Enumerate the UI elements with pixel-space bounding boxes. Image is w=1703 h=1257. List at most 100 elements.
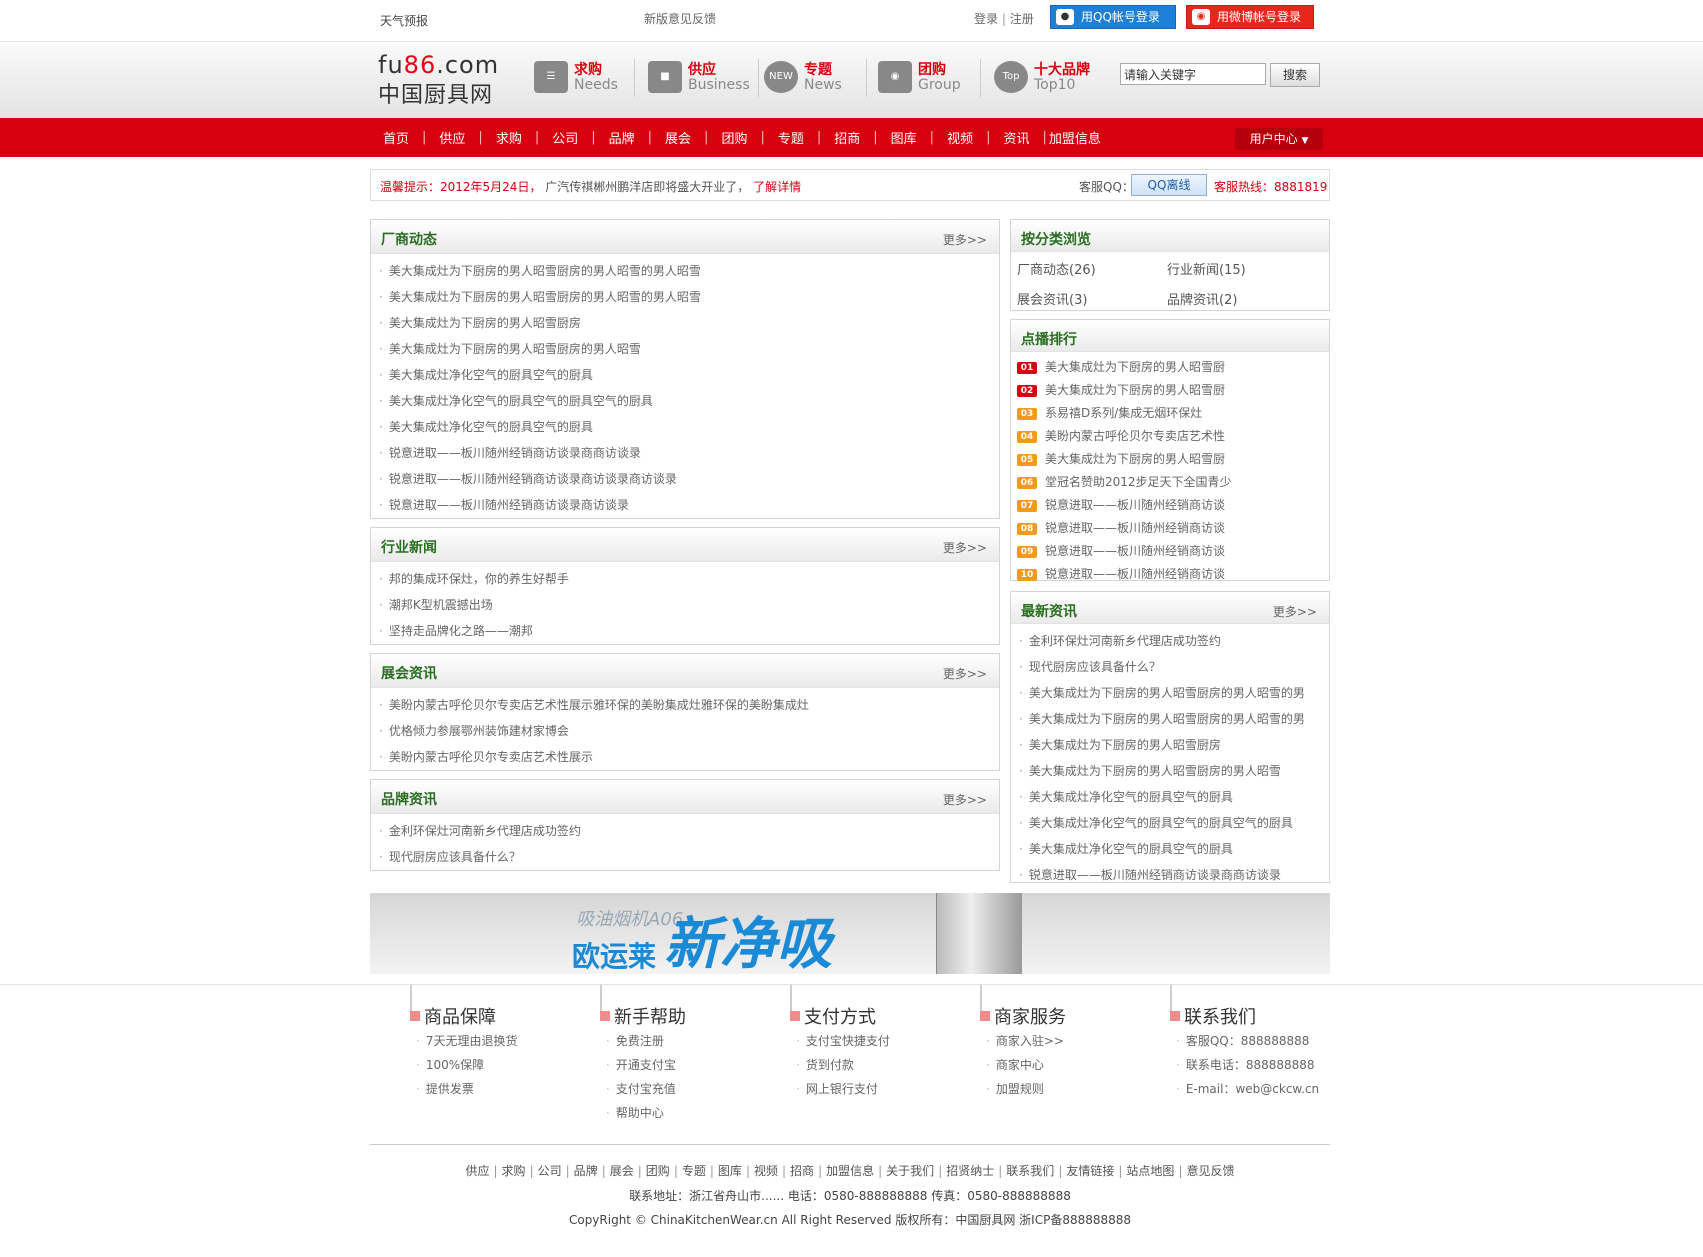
footer-nav-link[interactable]: 求购 — [502, 1164, 526, 1178]
ranking-item[interactable]: 10 锐意进取——板川随州经销商访谈 — [1017, 563, 1329, 586]
list-item[interactable]: · 美大集成灶净化空气的厨具空气的厨具 — [379, 414, 999, 440]
list-item[interactable]: · 优格倾力参展鄂州装饰建材家博会 — [379, 718, 999, 744]
user-center-dropdown[interactable]: 用户中心 ▼ — [1235, 128, 1323, 150]
list-item[interactable]: · 美大集成灶净化空气的厨具空气的厨具空气的厨具 — [379, 388, 999, 414]
nav-item-company[interactable]: 公司 — [539, 128, 591, 147]
nav-item-franchise[interactable]: 加盟信息 — [1047, 128, 1114, 147]
list-item[interactable]: · 美大集成灶净化空气的厨具空气的厨具 — [379, 362, 999, 388]
ranking-item[interactable]: 06 堂冠名赞助2012步足天下全国青少 — [1017, 471, 1329, 494]
ranking-item[interactable]: 04 美盼内蒙古呼伦贝尔专卖店艺术性 — [1017, 425, 1329, 448]
search-input[interactable] — [1120, 63, 1266, 85]
list-item[interactable]: · 美大集成灶净化空气的厨具空气的厨具空气的厨具 — [1019, 810, 1329, 836]
footer-link[interactable]: · 7天无理由退换货 — [416, 1029, 517, 1053]
footer-link[interactable]: · 商家入驻>> — [986, 1029, 1064, 1053]
ranking-item[interactable]: 08 锐意进取——板川随州经销商访谈 — [1017, 517, 1329, 540]
nav-group[interactable]: ◉ 团购 Group — [878, 55, 976, 105]
footer-nav-link[interactable]: 展会 — [610, 1164, 634, 1178]
category-link[interactable]: 厂商动态(26) — [1017, 256, 1167, 286]
footer-nav-link[interactable]: 站点地图 — [1126, 1164, 1174, 1178]
category-link[interactable]: 展会资讯(3) — [1017, 286, 1167, 316]
weather-link[interactable]: 天气预报 — [380, 12, 428, 29]
search-button[interactable]: 搜索 — [1270, 63, 1320, 87]
footer-nav-link[interactable]: 视频 — [754, 1164, 778, 1178]
list-item[interactable]: · 美大集成灶为下厨房的男人昭雪厨房的男人昭雪的男人昭雪 — [379, 258, 999, 284]
list-item[interactable]: · 锐意进取——板川随州经销商访谈录商商访谈录 — [1019, 862, 1329, 888]
list-item[interactable]: · 美大集成灶为下厨房的男人昭雪厨房的男人昭雪的男 — [1019, 706, 1329, 732]
list-item[interactable]: · 锐意进取——板川随州经销商访谈录商访谈录 — [379, 492, 999, 518]
register-link[interactable]: 注册 — [1010, 12, 1034, 26]
ranking-item[interactable]: 03 系易禧D系列/集成无烟环保灶 — [1017, 402, 1329, 425]
footer-link[interactable]: · 支付宝充值 — [606, 1077, 676, 1101]
footer-nav-link[interactable]: 加盟信息 — [826, 1164, 874, 1178]
footer-nav-link[interactable]: 招贤纳士 — [946, 1164, 994, 1178]
more-link[interactable]: 更多>> — [943, 539, 987, 556]
more-link[interactable]: 更多>> — [943, 665, 987, 682]
more-link[interactable]: 更多>> — [1273, 603, 1317, 620]
footer-nav-link[interactable]: 招商 — [790, 1164, 814, 1178]
footer-link[interactable]: · 加盟规则 — [986, 1077, 1064, 1101]
feedback-link[interactable]: 新版意见反馈 — [644, 10, 716, 27]
list-item[interactable]: · 现代厨房应该具备什么？ — [1019, 654, 1329, 680]
footer-nav-link[interactable]: 专题 — [682, 1164, 706, 1178]
footer-nav-link[interactable]: 意见反馈 — [1186, 1164, 1234, 1178]
footer-nav-link[interactable]: 友情链接 — [1066, 1164, 1114, 1178]
qq-offline-button[interactable]: QQ离线 — [1131, 174, 1207, 196]
nav-item-news[interactable]: 资讯 — [990, 128, 1042, 147]
footer-link[interactable]: · 提供发票 — [416, 1077, 517, 1101]
list-item[interactable]: · 美大集成灶为下厨房的男人昭雪厨房 — [379, 310, 999, 336]
nav-item-video[interactable]: 视频 — [934, 128, 986, 147]
nav-needs[interactable]: ☰ 求购 Needs — [534, 55, 634, 105]
footer-nav-link[interactable]: 供应 — [465, 1164, 489, 1178]
list-item[interactable]: · 坚持走品牌化之路——潮邦 — [379, 618, 999, 644]
footer-link[interactable]: · 网上银行支付 — [796, 1077, 890, 1101]
footer-link[interactable]: · 开通支付宝 — [606, 1053, 676, 1077]
list-item[interactable]: · 美盼内蒙古呼伦贝尔专卖店艺术性展示 — [379, 744, 999, 770]
footer-nav-link[interactable]: 团购 — [646, 1164, 670, 1178]
ranking-item[interactable]: 02 美大集成灶为下厨房的男人昭雪厨 — [1017, 379, 1329, 402]
footer-link[interactable]: · 免费注册 — [606, 1029, 676, 1053]
list-item[interactable]: · 锐意进取——板川随州经销商访谈录商商访谈录 — [379, 440, 999, 466]
footer-nav-link[interactable]: 关于我们 — [886, 1164, 934, 1178]
qq-login-button[interactable]: ● 用QQ帐号登录 — [1050, 5, 1176, 29]
list-item[interactable]: · 美大集成灶为下厨房的男人昭雪厨房的男人昭雪 — [379, 336, 999, 362]
footer-link[interactable]: · 帮助中心 — [606, 1101, 676, 1125]
category-link[interactable]: 行业新闻(15) — [1167, 256, 1317, 286]
ranking-item[interactable]: 05 美大集成灶为下厨房的男人昭雪厨 — [1017, 448, 1329, 471]
list-item[interactable]: · 金利环保灶河南新乡代理店成功签约 — [379, 818, 999, 844]
nav-item-home[interactable]: 首页 — [370, 128, 422, 147]
list-item[interactable]: · 锐意进取——板川随州经销商访谈录商访谈录商访谈录 — [379, 466, 999, 492]
notice-details-link[interactable]: 了解详情 — [753, 180, 801, 194]
footer-nav-link[interactable]: 联系我们 — [1006, 1164, 1054, 1178]
nav-item-supply[interactable]: 供应 — [426, 128, 478, 147]
ranking-item[interactable]: 09 锐意进取——板川随州经销商访谈 — [1017, 540, 1329, 563]
nav-item-group[interactable]: 团购 — [708, 128, 760, 147]
footer-nav-link[interactable]: 品牌 — [574, 1164, 598, 1178]
nav-news[interactable]: NEW 专题 News — [764, 55, 862, 105]
login-link[interactable]: 登录 — [974, 12, 998, 26]
nav-item-gallery[interactable]: 图库 — [878, 128, 930, 147]
footer-link[interactable]: · 支付宝快捷支付 — [796, 1029, 890, 1053]
list-item[interactable]: · 美大集成灶净化空气的厨具空气的厨具 — [1019, 836, 1329, 862]
nav-item-expo[interactable]: 展会 — [652, 128, 704, 147]
nav-item-needs[interactable]: 求购 — [483, 128, 535, 147]
footer-nav-link[interactable]: 公司 — [538, 1164, 562, 1178]
list-item[interactable]: · 邦的集成环保灶，你的养生好帮手 — [379, 566, 999, 592]
nav-item-topics[interactable]: 专题 — [765, 128, 817, 147]
footer-link[interactable]: · 100%保障 — [416, 1053, 517, 1077]
list-item[interactable]: · 美大集成灶为下厨房的男人昭雪厨房的男人昭雪的男人昭雪 — [379, 284, 999, 310]
site-logo[interactable]: fu86.com 中国厨具网 — [378, 51, 499, 109]
more-link[interactable]: 更多>> — [943, 231, 987, 248]
nav-top10[interactable]: Top 十大品牌 Top10 — [994, 55, 1104, 105]
list-item[interactable]: · 潮邦K型机震撼出场 — [379, 592, 999, 618]
footer-contact-item[interactable]: · E-mail：web@ckcw.cn — [1176, 1077, 1319, 1101]
footer-link[interactable]: · 货到付款 — [796, 1053, 890, 1077]
weibo-login-button[interactable]: ◉ 用微博帐号登录 — [1186, 5, 1314, 29]
category-link[interactable]: 品牌资讯(2) — [1167, 286, 1317, 316]
footer-nav-link[interactable]: 图库 — [718, 1164, 742, 1178]
nav-business[interactable]: ■ 供应 Business — [648, 55, 752, 105]
ranking-item[interactable]: 01 美大集成灶为下厨房的男人昭雪厨 — [1017, 356, 1329, 379]
nav-item-brand[interactable]: 品牌 — [596, 128, 648, 147]
nav-item-invest[interactable]: 招商 — [821, 128, 873, 147]
list-item[interactable]: · 金利环保灶河南新乡代理店成功签约 — [1019, 628, 1329, 654]
list-item[interactable]: · 美大集成灶为下厨房的男人昭雪厨房的男人昭雪 — [1019, 758, 1329, 784]
